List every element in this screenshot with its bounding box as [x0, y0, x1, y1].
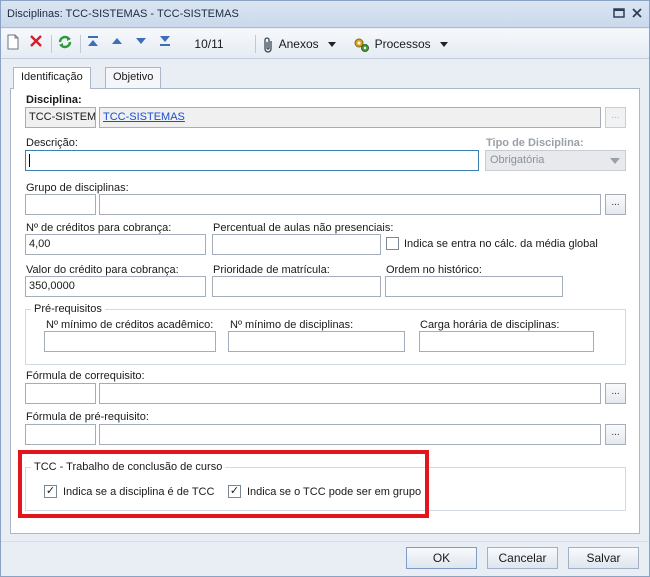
window-title: Disciplinas: TCC-SISTEMAS - TCC-SISTEMAS: [7, 8, 239, 20]
anexos-menu[interactable]: Anexos: [263, 34, 347, 54]
formula-correquisito-label: Fórmula de correquisito:: [26, 370, 145, 382]
tipo-disciplina-select[interactable]: Obrigatória: [485, 150, 626, 171]
title-bar: Disciplinas: TCC-SISTEMAS - TCC-SISTEMAS: [1, 1, 649, 28]
ordem-historico-label: Ordem no histórico:: [386, 264, 482, 276]
pre-requisitos-title: Pré-requisitos: [31, 303, 105, 315]
formula-pre-requisito-lookup-button[interactable]: ...: [605, 424, 626, 445]
ordem-historico-input[interactable]: [385, 276, 563, 297]
grupo-lookup-button[interactable]: ...: [605, 194, 626, 215]
valor-credito-label: Valor do crédito para cobrança:: [26, 264, 179, 276]
processos-label: Processos: [374, 37, 431, 51]
refresh-icon[interactable]: [57, 34, 73, 54]
descricao-input[interactable]: [25, 150, 479, 171]
disciplina-name-field[interactable]: TCC-SISTEMAS: [99, 107, 601, 128]
min-creditos-label: Nº mínimo de créditos acadêmico:: [46, 319, 214, 331]
grupo-label: Grupo de disciplinas:: [26, 182, 129, 194]
ok-button[interactable]: OK: [406, 547, 477, 569]
tab-objetivo[interactable]: Objetivo: [105, 67, 162, 88]
min-creditos-input[interactable]: [44, 331, 216, 352]
save-button[interactable]: Salvar: [568, 547, 639, 569]
processos-menu[interactable]: Processos: [353, 34, 453, 54]
media-global-label: Indica se entra no cálc. da média global: [404, 238, 598, 250]
chevron-down-icon: [328, 42, 337, 48]
min-disciplinas-label: Nº mínimo de disciplinas:: [230, 319, 354, 331]
cancel-button[interactable]: Cancelar: [487, 547, 558, 569]
carga-horaria-label: Carga horária de disciplinas:: [420, 319, 560, 331]
formula-correquisito-name[interactable]: [99, 383, 601, 404]
tipo-disciplina-value: Obrigatória: [490, 154, 545, 166]
formula-pre-requisito-label: Fórmula de pré-requisito:: [26, 411, 149, 423]
dialog-footer: OK Cancelar Salvar: [1, 541, 649, 576]
gears-icon: [353, 37, 371, 53]
maximize-icon[interactable]: [613, 7, 627, 21]
disciplina-lookup-button[interactable]: ...: [605, 107, 626, 128]
toolbar: 10/11 Anexos Processos: [1, 29, 649, 59]
disciplina-name-link[interactable]: TCC-SISTEMAS: [103, 111, 185, 123]
media-global-checkbox[interactable]: [386, 237, 399, 250]
record-counter: 10/11: [194, 37, 224, 51]
delete-icon[interactable]: [29, 34, 45, 54]
new-document-icon[interactable]: [6, 34, 22, 54]
min-disciplinas-input[interactable]: [228, 331, 405, 352]
grupo-code-field[interactable]: [25, 194, 96, 215]
paperclip-icon: [263, 36, 275, 53]
prioridade-input[interactable]: [212, 276, 381, 297]
last-record-icon[interactable]: [158, 34, 174, 54]
disciplina-code-field[interactable]: TCC-SISTEM: [25, 107, 96, 128]
tab-identificacao[interactable]: Identificação: [13, 67, 91, 89]
percentual-aulas-input[interactable]: [212, 234, 381, 255]
percentual-aulas-label: Percentual de aulas não presenciais:: [213, 222, 394, 234]
descricao-label: Descrição:: [26, 137, 78, 149]
dialog-window: Disciplinas: TCC-SISTEMAS - TCC-SISTEMAS: [0, 0, 650, 577]
formula-pre-requisito-code[interactable]: [25, 424, 96, 445]
text-cursor: [29, 154, 30, 167]
highlight-box: [18, 450, 429, 518]
valor-credito-input[interactable]: 350,0000: [25, 276, 206, 297]
formula-correquisito-lookup-button[interactable]: ...: [605, 383, 626, 404]
grupo-name-field[interactable]: [99, 194, 601, 215]
formula-pre-requisito-name[interactable]: [99, 424, 601, 445]
chevron-down-icon: [440, 42, 449, 48]
creditos-cobranca-input[interactable]: 4,00: [25, 234, 206, 255]
next-record-icon[interactable]: [134, 34, 150, 54]
anexos-label: Anexos: [278, 37, 319, 51]
disciplina-label: Disciplina:: [26, 94, 82, 106]
creditos-cobranca-label: Nº de créditos para cobrança:: [26, 222, 172, 234]
first-record-icon[interactable]: [86, 34, 102, 54]
close-window-icon[interactable]: [631, 7, 645, 21]
carga-horaria-input[interactable]: [419, 331, 594, 352]
chevron-down-icon: [610, 158, 620, 164]
prioridade-label: Prioridade de matrícula:: [213, 264, 330, 276]
formula-correquisito-code[interactable]: [25, 383, 96, 404]
tipo-disciplina-label: Tipo de Disciplina:: [486, 137, 584, 149]
previous-record-icon[interactable]: [110, 34, 126, 54]
